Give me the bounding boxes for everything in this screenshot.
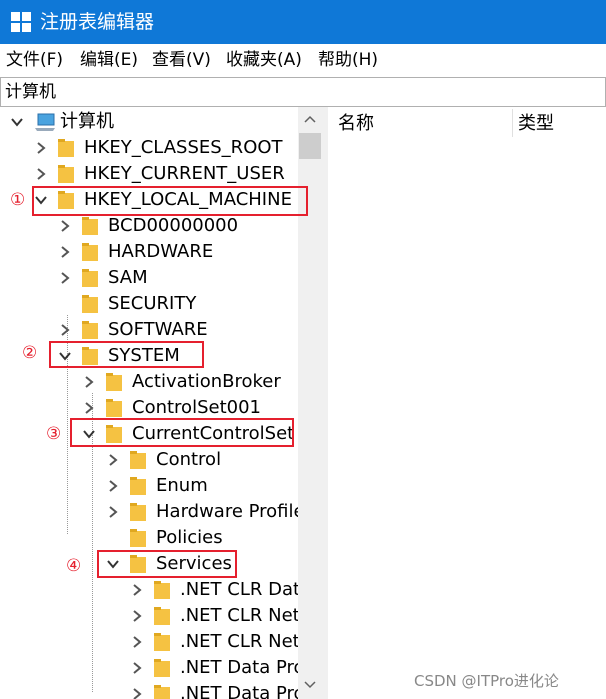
chevron-right-icon[interactable] [130, 687, 144, 699]
column-header-type[interactable]: 类型 [518, 111, 554, 137]
tree-label: 计算机 [60, 111, 114, 132]
folder-icon [58, 139, 74, 157]
tree-node-computer[interactable]: 计算机 [0, 109, 298, 135]
highlight-box-currentcontrolset [70, 418, 294, 447]
chevron-right-icon[interactable] [34, 141, 48, 155]
tree-node-software[interactable]: SOFTWARE [0, 317, 298, 343]
step-marker-1: ① [10, 190, 26, 210]
folder-icon [154, 685, 170, 699]
chevron-right-icon[interactable] [130, 635, 144, 649]
folder-icon [82, 269, 98, 287]
menu-view[interactable]: 查看(V) [152, 44, 211, 76]
tree-node-service[interactable]: .NET CLR Data [0, 577, 298, 603]
menu-favorites[interactable]: 收藏夹(A) [226, 44, 302, 76]
chevron-right-icon[interactable] [106, 453, 120, 467]
folder-icon [82, 321, 98, 339]
tree-label: SECURITY [108, 293, 197, 314]
folder-icon [130, 503, 146, 521]
tree-node-service[interactable]: .NET CLR Netw [0, 629, 298, 655]
chevron-right-icon[interactable] [58, 271, 72, 285]
chevron-down-icon[interactable] [10, 115, 24, 129]
highlight-box-hklm [32, 186, 308, 216]
title-bar: 注册表编辑器 [0, 0, 606, 44]
step-marker-2: ② [22, 343, 38, 363]
tree-label: .NET Data Pro [180, 657, 298, 678]
tree-node-sam[interactable]: SAM [0, 265, 298, 291]
tree-node-bcd[interactable]: BCD00000000 [0, 213, 298, 239]
tree-node-enum[interactable]: Enum [0, 473, 298, 499]
tree-label: Enum [156, 475, 208, 496]
tree-label: HKEY_CURRENT_USER [84, 163, 285, 184]
registry-editor-icon [11, 12, 31, 32]
values-pane[interactable]: 名称 类型 [328, 107, 606, 699]
folder-icon [130, 451, 146, 469]
tree-label: .NET Data Pro [180, 683, 298, 699]
tree-label: .NET CLR Data [180, 579, 298, 600]
highlight-box-services [97, 550, 237, 578]
tree-node-service[interactable]: .NET CLR Netw [0, 603, 298, 629]
folder-icon [82, 217, 98, 235]
tree-label: .NET CLR Netw [180, 631, 298, 652]
tree-label: BCD00000000 [108, 215, 239, 236]
chevron-right-icon[interactable] [82, 375, 96, 389]
tree-node-hardware-profiles[interactable]: Hardware Profile [0, 499, 298, 525]
chevron-right-icon[interactable] [58, 219, 72, 233]
scroll-thumb[interactable] [299, 133, 321, 159]
tree-label: Hardware Profile [156, 501, 298, 522]
folder-icon [154, 659, 170, 677]
chevron-right-icon[interactable] [58, 245, 72, 259]
chevron-right-icon[interactable] [106, 505, 120, 519]
menu-bar: 文件(F) 编辑(E) 查看(V) 收藏夹(A) 帮助(H) [0, 44, 606, 76]
step-marker-4: ④ [66, 556, 82, 576]
scroll-down-icon[interactable] [304, 681, 316, 689]
tree-node-hkcu[interactable]: HKEY_CURRENT_USER [0, 161, 298, 187]
menu-file[interactable]: 文件(F) [6, 44, 63, 76]
folder-icon [82, 295, 98, 313]
tree-node-control[interactable]: Control [0, 447, 298, 473]
chevron-right-icon[interactable] [34, 167, 48, 181]
scroll-up-icon[interactable] [304, 115, 316, 123]
folder-icon [130, 529, 146, 547]
tree-label: Control [156, 449, 222, 470]
tree-label: .NET CLR Netw [180, 605, 298, 626]
window-title: 注册表编辑器 [40, 11, 155, 33]
folder-icon [82, 243, 98, 261]
address-bar[interactable]: 计算机 [0, 77, 606, 107]
tree-label: ActivationBroker [132, 371, 281, 392]
folder-icon [154, 607, 170, 625]
folder-icon [58, 165, 74, 183]
chevron-right-icon[interactable] [106, 479, 120, 493]
folder-icon [154, 581, 170, 599]
tree-node-hkcr[interactable]: HKEY_CLASSES_ROOT [0, 135, 298, 161]
tree-node-security[interactable]: SECURITY [0, 291, 298, 317]
step-marker-3: ③ [46, 424, 62, 444]
column-header-name[interactable]: 名称 [338, 111, 374, 137]
chevron-right-icon[interactable] [130, 661, 144, 675]
tree-node-service[interactable]: .NET Data Pro [0, 655, 298, 681]
tree-label: Policies [156, 527, 223, 548]
folder-icon [130, 477, 146, 495]
folder-icon [106, 373, 122, 391]
chevron-right-icon[interactable] [82, 401, 96, 415]
folder-icon [106, 399, 122, 417]
address-text: 计算机 [5, 82, 56, 102]
menu-help[interactable]: 帮助(H) [318, 44, 378, 76]
tree-node-policies[interactable]: Policies [0, 525, 298, 551]
watermark: CSDN @ITPro进化论 [414, 672, 559, 690]
tree-label: SAM [108, 267, 148, 288]
chevron-right-icon[interactable] [58, 323, 72, 337]
column-divider[interactable] [512, 109, 513, 137]
computer-icon [35, 113, 55, 131]
tree-node-service[interactable]: .NET Data Pro [0, 681, 298, 699]
chevron-right-icon[interactable] [130, 583, 144, 597]
tree-label: HARDWARE [108, 241, 214, 262]
folder-icon [154, 633, 170, 651]
tree-node-activationbroker[interactable]: ActivationBroker [0, 369, 298, 395]
tree-label: HKEY_CLASSES_ROOT [84, 137, 283, 158]
highlight-box-system [49, 341, 204, 368]
chevron-right-icon[interactable] [130, 609, 144, 623]
tree-node-hardware[interactable]: HARDWARE [0, 239, 298, 265]
tree-label: SOFTWARE [108, 319, 208, 340]
menu-edit[interactable]: 编辑(E) [80, 44, 138, 76]
